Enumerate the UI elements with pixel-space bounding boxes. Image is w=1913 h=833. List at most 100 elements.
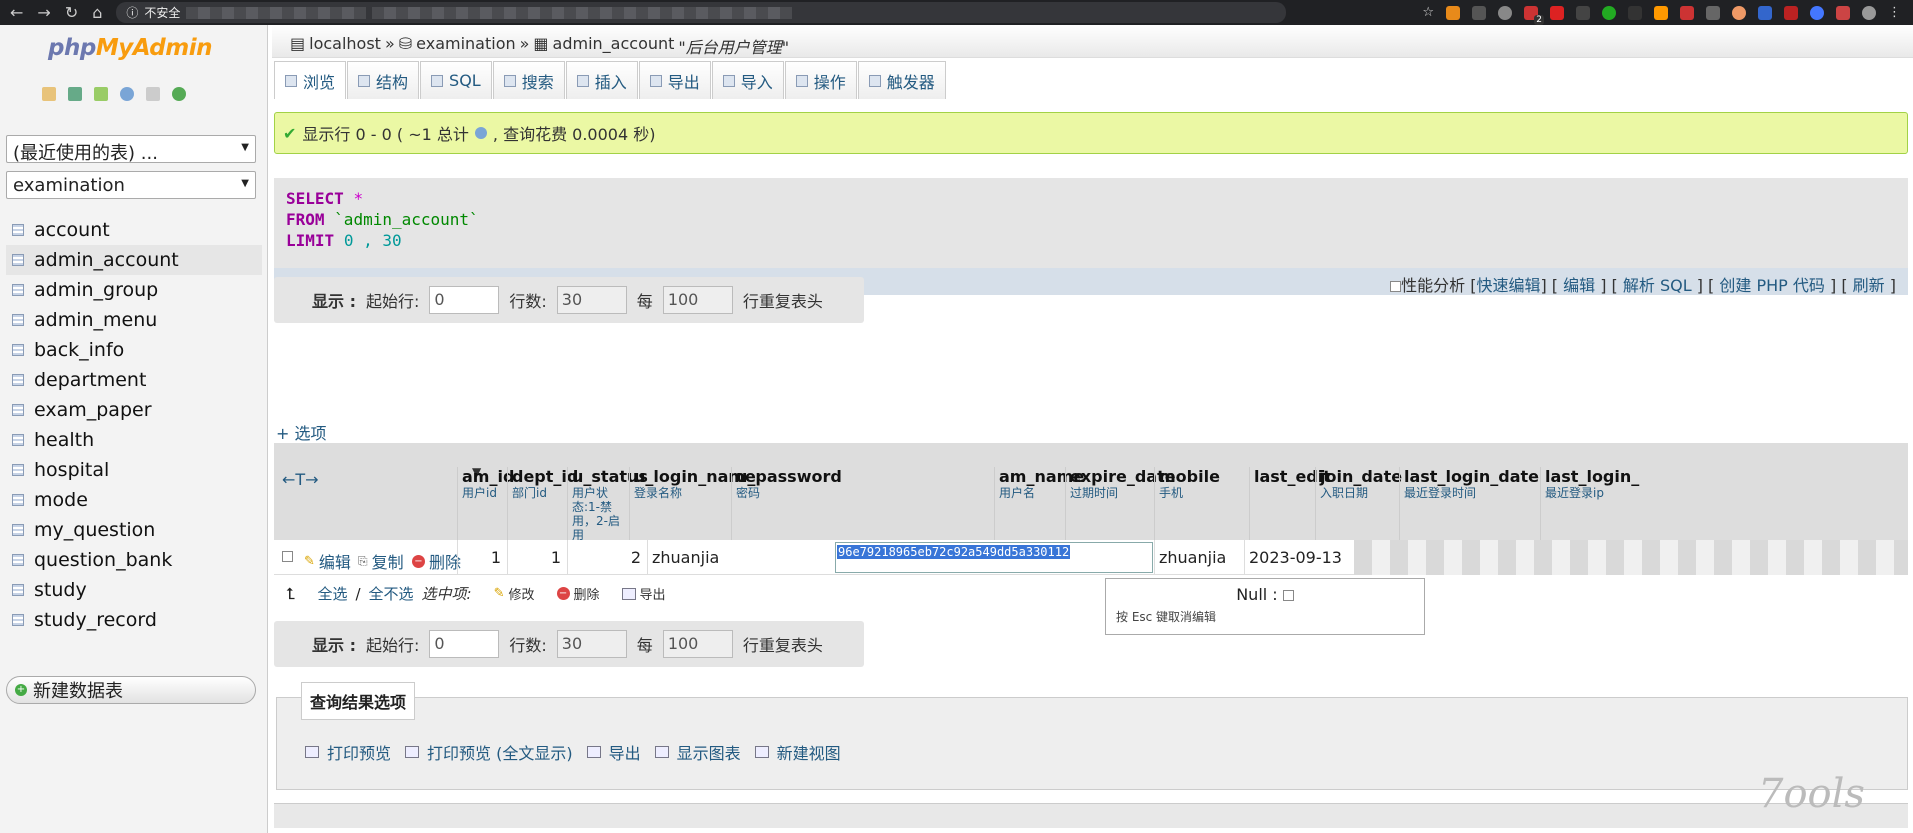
cell-u-login-name[interactable]: zhuanjia bbox=[647, 540, 749, 575]
tab-3[interactable]: 搜索 bbox=[492, 61, 565, 99]
column-name[interactable]: am_name bbox=[999, 467, 1084, 486]
sidebar-item-my-question[interactable]: my_question bbox=[12, 515, 262, 545]
column-header-last-login-[interactable]: last_login_ 最近登录ip bbox=[1540, 467, 1908, 540]
tab-0[interactable]: 浏览 bbox=[274, 61, 347, 99]
breadcrumb-server[interactable]: localhost bbox=[309, 34, 381, 53]
table-icon[interactable] bbox=[12, 254, 24, 266]
database-select[interactable]: examination ▼ bbox=[6, 171, 256, 199]
table-icon[interactable] bbox=[12, 404, 24, 416]
tab-4[interactable]: 插入 bbox=[565, 61, 638, 99]
breadcrumb-database[interactable]: examination bbox=[416, 34, 515, 53]
table-icon[interactable] bbox=[12, 614, 24, 626]
uncheck-all-link[interactable]: 全不选 bbox=[369, 583, 414, 604]
bookmark-star-icon[interactable]: ☆ bbox=[1422, 5, 1434, 20]
extension-icon[interactable] bbox=[1758, 5, 1772, 20]
export-link[interactable]: 导出 bbox=[609, 740, 641, 764]
docs-icon[interactable] bbox=[146, 87, 160, 101]
cell-am-id[interactable]: 1 bbox=[457, 540, 507, 575]
table-icon[interactable] bbox=[12, 434, 24, 446]
bulk-export-button[interactable]: 导出 bbox=[621, 584, 666, 603]
column-header-dept-id[interactable]: dept_id 部门id bbox=[507, 467, 578, 540]
cell-dept-id[interactable]: 1 bbox=[507, 540, 567, 575]
extension-icon[interactable] bbox=[1628, 5, 1642, 20]
sql-query-box[interactable]: SELECT * FROM `admin_account` LIMIT 0 , … bbox=[274, 178, 1908, 268]
check-all-link[interactable]: 全选 bbox=[317, 583, 347, 604]
sidebar-item-exam-paper[interactable]: exam_paper bbox=[12, 395, 262, 425]
column-name[interactable]: last_edit bbox=[1254, 467, 1331, 486]
null-checkbox[interactable] bbox=[1282, 590, 1294, 601]
sidebar-item-department[interactable]: department bbox=[12, 365, 262, 395]
row-edit-button[interactable]: ✎ 编辑 bbox=[304, 549, 351, 573]
rows-input[interactable]: 30 bbox=[556, 630, 627, 658]
cell-u-status[interactable]: 2 bbox=[567, 540, 647, 575]
extension-icon[interactable] bbox=[1836, 5, 1850, 20]
start-row-input[interactable]: 0 bbox=[429, 286, 500, 314]
extension-icon[interactable] bbox=[1706, 5, 1720, 20]
table-icon[interactable] bbox=[12, 284, 24, 296]
rows-input[interactable]: 30 bbox=[556, 286, 627, 314]
column-header-last-login-date[interactable]: last_login_date 最近登录时间 bbox=[1399, 467, 1540, 540]
repeat-header-input[interactable]: 100 bbox=[662, 630, 733, 658]
new-table-button[interactable]: + 新建数据表 bbox=[6, 676, 256, 704]
extension-icon[interactable] bbox=[1446, 5, 1460, 20]
bulk-delete-button[interactable]: − 删除 bbox=[556, 584, 600, 603]
column-header-u-status[interactable]: u_status 用户状态:1-禁用，2-启用 bbox=[567, 467, 648, 542]
tab-8[interactable]: 触发器 bbox=[857, 61, 946, 99]
menu-icon[interactable]: ⋮ bbox=[1888, 5, 1901, 20]
home-icon[interactable]: ⌂ bbox=[92, 3, 102, 22]
column-name[interactable]: last_login_date bbox=[1404, 467, 1540, 486]
sidebar-item-admin-group[interactable]: admin_group bbox=[12, 275, 262, 305]
tab-7[interactable]: 操作 bbox=[784, 61, 857, 99]
extension-icon[interactable] bbox=[1680, 5, 1694, 20]
phpmyadmin-logo[interactable]: phpMyAdmin bbox=[48, 35, 212, 61]
column-name[interactable]: u_password bbox=[736, 467, 994, 486]
profiling-checkbox[interactable] bbox=[1390, 281, 1402, 292]
repeat-header-input[interactable]: 100 bbox=[662, 286, 733, 314]
table-icon[interactable] bbox=[12, 524, 24, 536]
tab-2[interactable]: SQL bbox=[420, 61, 492, 99]
sidebar-item-study[interactable]: study bbox=[12, 575, 262, 605]
column-name[interactable]: u_status bbox=[572, 467, 648, 486]
table-icon[interactable] bbox=[12, 344, 24, 356]
sidebar-item-admin-account[interactable]: admin_account bbox=[6, 245, 262, 275]
extension-icon[interactable] bbox=[1654, 5, 1668, 20]
extension-icon[interactable] bbox=[1810, 5, 1824, 20]
sidebar-item-health[interactable]: health bbox=[12, 425, 262, 455]
explain-sql-link[interactable]: 解析 SQL bbox=[1623, 276, 1692, 295]
extension-icon[interactable] bbox=[1498, 5, 1512, 20]
column-header-mobile[interactable]: mobile 手机 bbox=[1154, 467, 1249, 540]
breadcrumb-table[interactable]: admin_account bbox=[553, 34, 675, 53]
sidebar-item-account[interactable]: account bbox=[12, 215, 262, 245]
sidebar-item-mode[interactable]: mode bbox=[12, 485, 262, 515]
edit-sql-link[interactable]: 编辑 bbox=[1563, 276, 1595, 295]
column-name[interactable]: join_date bbox=[1320, 467, 1402, 486]
tab-1[interactable]: 结构 bbox=[347, 61, 420, 99]
create-view-link[interactable]: 新建视图 bbox=[777, 740, 841, 764]
refresh-link[interactable]: 刷新 bbox=[1853, 276, 1885, 295]
row-delete-button[interactable]: − 删除 bbox=[412, 549, 461, 573]
table-icon[interactable] bbox=[12, 584, 24, 596]
back-icon[interactable]: ← bbox=[10, 3, 23, 22]
column-arrows[interactable]: ←T→ bbox=[282, 470, 319, 489]
column-name[interactable]: am_id bbox=[462, 467, 514, 486]
reload-icon[interactable]: ↻ bbox=[65, 3, 78, 22]
column-header-am-name[interactable]: am_name 用户名 bbox=[994, 467, 1084, 540]
extension-icon[interactable] bbox=[1732, 5, 1746, 20]
start-row-input[interactable]: 0 bbox=[429, 630, 500, 658]
table-icon[interactable] bbox=[12, 464, 24, 476]
column-name[interactable]: expire_date bbox=[1070, 467, 1176, 486]
table-icon[interactable] bbox=[12, 554, 24, 566]
sidebar-item-study-record[interactable]: study_record bbox=[12, 605, 262, 635]
php-code-link[interactable]: 创建 PHP 代码 bbox=[1719, 276, 1825, 295]
extension-icon[interactable] bbox=[1576, 5, 1590, 20]
forward-icon[interactable]: → bbox=[37, 3, 50, 22]
sidebar-item-admin-menu[interactable]: admin_menu bbox=[12, 305, 262, 335]
home-icon[interactable] bbox=[42, 87, 56, 101]
column-header-am-id[interactable]: am_id 用户id bbox=[457, 467, 514, 540]
display-chart-link[interactable]: 显示图表 bbox=[677, 740, 741, 764]
profile-avatar[interactable] bbox=[1862, 5, 1876, 20]
table-icon[interactable] bbox=[12, 374, 24, 386]
help-icon[interactable] bbox=[474, 127, 487, 139]
cell-am-name[interactable]: zhuanjia bbox=[1154, 540, 1244, 575]
row-copy-button[interactable]: ⎘ 复制 bbox=[358, 549, 404, 573]
